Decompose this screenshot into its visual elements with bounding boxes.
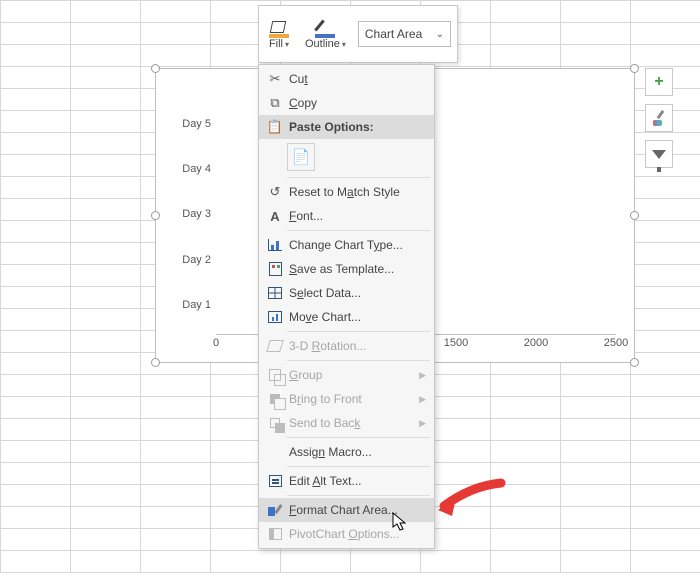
menu-separator	[287, 230, 430, 231]
reset-icon: ↺	[263, 184, 287, 200]
x-tick-label: 0	[213, 337, 219, 349]
menu-label: Reset to Match Style	[289, 185, 400, 199]
menu-label: Cut	[289, 72, 308, 86]
menu-label: Move Chart...	[289, 310, 361, 324]
menu-reset-style[interactable]: ↺ Reset to Match Style	[259, 180, 434, 204]
clipboard-icon: 📋	[263, 119, 287, 135]
chart-element-selector[interactable]: Chart Area ⌄	[358, 21, 451, 47]
menu-label: Paste Options:	[287, 120, 426, 134]
menu-label: Font...	[289, 209, 323, 223]
pen-icon	[314, 18, 336, 38]
menu-send-to-back: Send to Back ▶	[259, 411, 434, 435]
resize-handle-tr[interactable]	[630, 64, 639, 73]
outline-label: Outline	[305, 38, 340, 50]
menu-copy[interactable]: ⧉ Copy	[259, 91, 434, 115]
menu-separator	[287, 331, 430, 332]
table-icon	[263, 287, 287, 299]
menu-label: PivotChart Options...	[289, 527, 400, 541]
menu-font[interactable]: A Font...	[259, 204, 434, 228]
chevron-down-icon: ▾	[285, 40, 289, 49]
menu-label: 3-D Rotation...	[289, 339, 366, 353]
selector-value: Chart Area	[365, 27, 422, 41]
menu-move-chart[interactable]: Move Chart...	[259, 305, 434, 329]
x-tick-label: 1500	[444, 337, 468, 349]
resize-handle-mr[interactable]	[630, 211, 639, 220]
font-icon: A	[263, 209, 287, 224]
x-tick-label: 2500	[604, 337, 628, 349]
pivot-icon	[263, 528, 287, 540]
paint-bucket-icon	[268, 18, 290, 38]
resize-handle-ml[interactable]	[151, 211, 160, 220]
paste-options-row: 📄	[259, 139, 434, 175]
mini-toolbar: Fill▾ Outline▾ Chart Area ⌄	[258, 5, 458, 63]
plus-icon: +	[654, 73, 663, 91]
resize-handle-bl[interactable]	[151, 358, 160, 367]
menu-select-data[interactable]: Select Data...	[259, 281, 434, 305]
fill-label: Fill	[269, 38, 283, 50]
submenu-arrow-icon: ▶	[419, 370, 426, 381]
y-tick-label: Day 2	[171, 254, 211, 266]
y-tick-label: Day 3	[171, 208, 211, 220]
send-back-icon	[263, 418, 287, 428]
funnel-icon	[652, 150, 666, 159]
menu-paste-options[interactable]: 📋 Paste Options:	[259, 115, 434, 139]
menu-separator	[287, 495, 430, 496]
menu-pivotchart-options: PivotChart Options...	[259, 522, 434, 546]
menu-assign-macro[interactable]: Assign Macro...	[259, 440, 434, 464]
menu-label: Change Chart Type...	[289, 238, 403, 252]
chevron-down-icon: ▾	[342, 40, 346, 49]
bring-front-icon	[263, 394, 287, 404]
menu-edit-alt-text[interactable]: Edit Alt Text...	[259, 469, 434, 493]
context-menu: ✂ Cut ⧉ Copy 📋 Paste Options: 📄 ↺ Reset …	[258, 64, 435, 549]
brush-icon	[651, 110, 667, 126]
x-tick-label: 2000	[524, 337, 548, 349]
menu-bring-to-front: Bring to Front ▶	[259, 387, 434, 411]
chart-styles-button[interactable]	[645, 104, 673, 132]
submenu-arrow-icon: ▶	[419, 394, 426, 405]
alt-text-icon	[263, 475, 287, 487]
format-icon	[263, 504, 287, 516]
outline-button[interactable]: Outline▾	[299, 14, 352, 54]
menu-label: Group	[289, 368, 322, 382]
rotation-icon	[263, 340, 287, 352]
y-tick-label: Day 1	[171, 299, 211, 311]
submenu-arrow-icon: ▶	[419, 418, 426, 429]
menu-format-chart-area[interactable]: Format Chart Area...	[259, 498, 434, 522]
menu-label: Edit Alt Text...	[289, 474, 362, 488]
menu-label: Send to Back	[289, 416, 360, 430]
menu-label: Assign Macro...	[289, 445, 372, 459]
chevron-down-icon: ⌄	[436, 29, 444, 40]
chart-filters-button[interactable]	[645, 140, 673, 168]
resize-handle-br[interactable]	[630, 358, 639, 367]
menu-label: Format Chart Area...	[289, 503, 398, 517]
fill-button[interactable]: Fill▾	[259, 14, 299, 54]
template-icon	[263, 262, 287, 276]
chart-elements-button[interactable]: +	[645, 68, 673, 96]
menu-label: Select Data...	[289, 286, 361, 300]
menu-label: Save as Template...	[289, 262, 394, 276]
move-chart-icon	[263, 311, 287, 323]
resize-handle-tl[interactable]	[151, 64, 160, 73]
copy-icon: ⧉	[263, 95, 287, 111]
menu-separator	[287, 437, 430, 438]
menu-separator	[287, 360, 430, 361]
menu-label: Bring to Front	[289, 392, 362, 406]
y-tick-label: Day 5	[171, 118, 211, 130]
menu-cut[interactable]: ✂ Cut	[259, 67, 434, 91]
menu-save-template[interactable]: Save as Template...	[259, 257, 434, 281]
menu-group: Group ▶	[259, 363, 434, 387]
scissors-icon: ✂	[263, 71, 287, 87]
menu-change-chart-type[interactable]: Change Chart Type...	[259, 233, 434, 257]
chart-type-icon	[263, 239, 287, 251]
menu-label: Copy	[289, 96, 317, 110]
menu-separator	[287, 466, 430, 467]
paste-option-button[interactable]: 📄	[287, 143, 315, 171]
y-tick-label: Day 4	[171, 163, 211, 175]
group-icon	[263, 369, 287, 381]
menu-3d-rotation: 3-D Rotation...	[259, 334, 434, 358]
menu-separator	[287, 177, 430, 178]
